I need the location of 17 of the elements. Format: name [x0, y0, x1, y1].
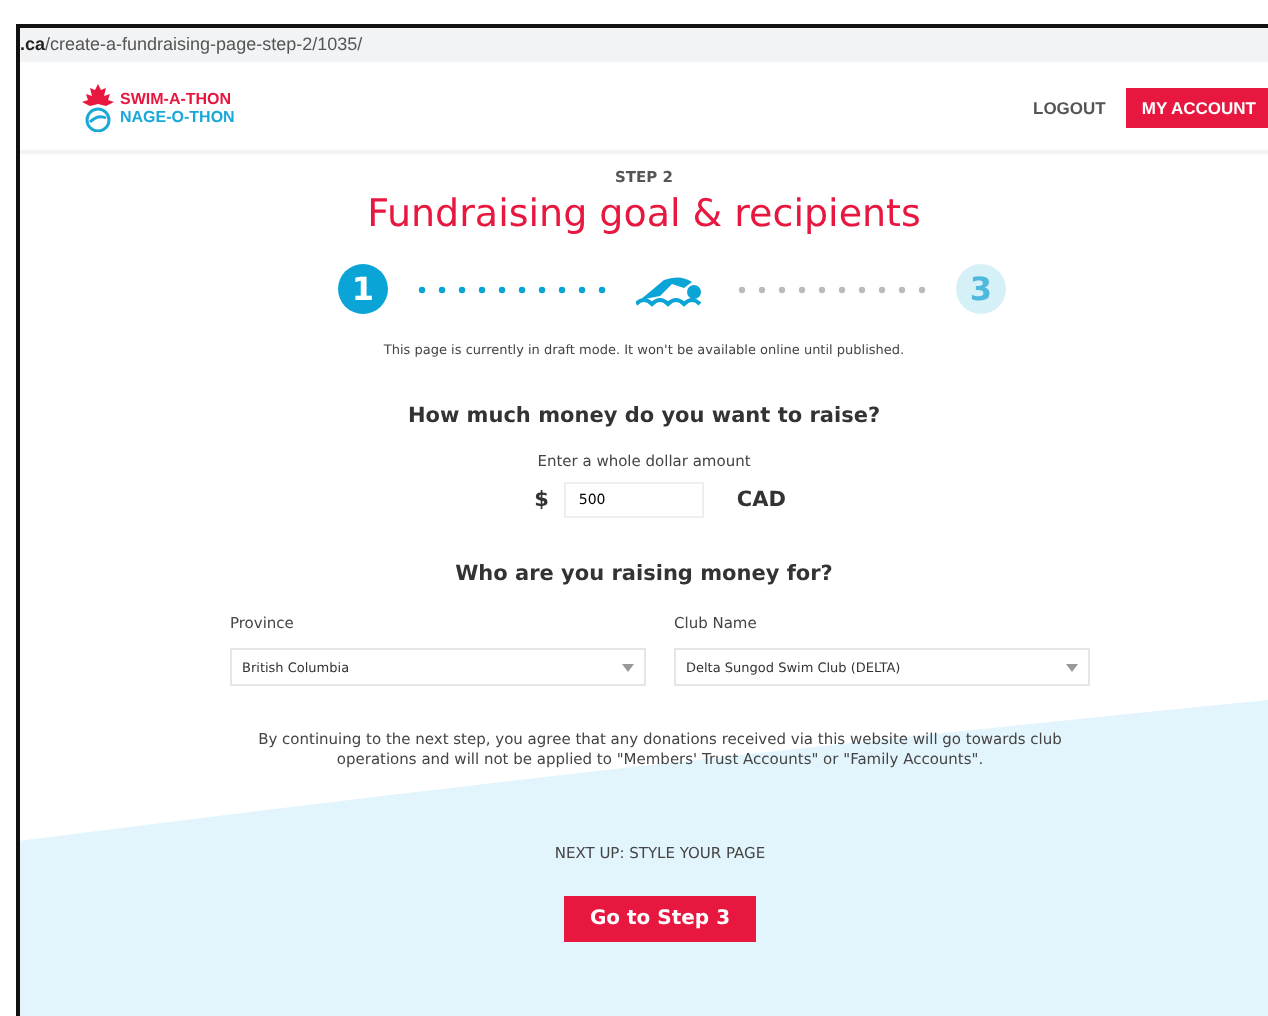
logo-text: SWIM-A-THON	[120, 90, 234, 108]
logo[interactable]: SWIM-A-THON NAGE-O-THON	[80, 84, 235, 132]
next-step-button[interactable]: Go to Step 3	[563, 896, 757, 942]
maple-leaf-swimmer-icon	[80, 84, 116, 132]
address-bar[interactable]: .ca/create-a-fundraising-page-step-2/1035/	[20, 28, 1268, 62]
step-circle: 3	[956, 264, 1006, 314]
section-heading: Who are you raising money for?	[455, 562, 833, 586]
logo-text: NAGE-O-THON	[120, 108, 235, 126]
caret-icon	[1066, 663, 1078, 671]
step-circle: 1	[338, 264, 388, 314]
my-account-button[interactable]: MY ACCOUNT	[1125, 88, 1268, 128]
page-title: Fundraising goal & recipients	[367, 192, 921, 236]
currency-symbol: $	[534, 488, 549, 512]
caret-icon	[622, 663, 634, 671]
section-heading: How much money do you want to raise?	[407, 404, 881, 428]
logout-link[interactable]: LOGOUT	[1033, 98, 1106, 118]
currency-code: CAD	[736, 488, 786, 512]
